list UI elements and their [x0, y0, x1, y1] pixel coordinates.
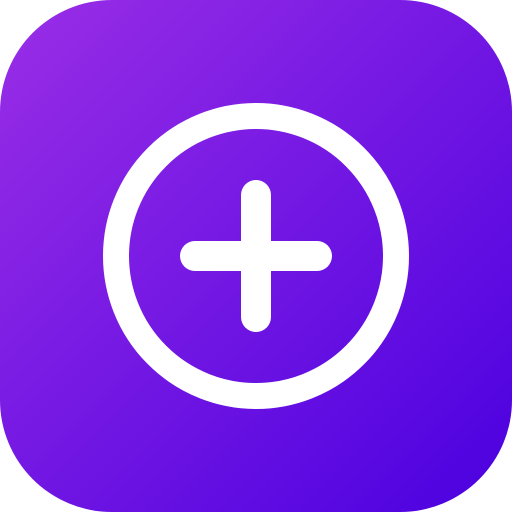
add-circle-icon [0, 0, 512, 512]
app-icon[interactable] [0, 0, 512, 512]
